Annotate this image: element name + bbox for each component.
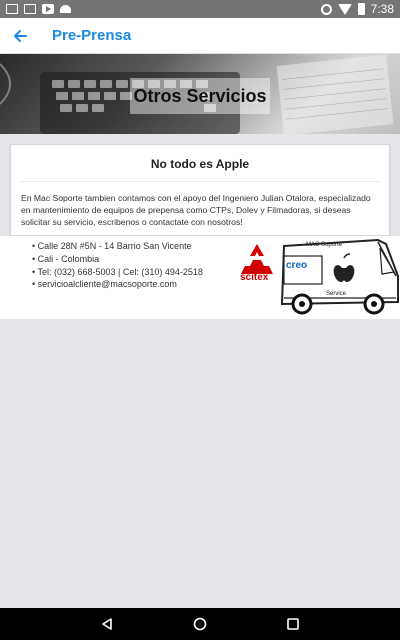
card-divider	[21, 181, 379, 182]
nav-recents-button[interactable]	[281, 612, 305, 636]
hero-title-box: Otros Servicios	[130, 78, 270, 114]
status-time: 7:38	[370, 2, 394, 16]
youtube-notification-icon	[42, 4, 54, 14]
nav-home-button[interactable]	[188, 612, 212, 636]
card-title: No todo es Apple	[150, 157, 250, 171]
status-system: 7:38	[320, 2, 394, 16]
service-van-icon	[280, 238, 399, 315]
van-label-text: MAC Soporte	[306, 242, 343, 248]
creo-logo-text: creo	[286, 260, 308, 271]
contact-phones[interactable]: Tel: (032) 668-5003 | Cel: (310) 494-251…	[32, 266, 203, 279]
contact-address: Calle 28N #5N - 14 Barrio San Vicente	[32, 240, 203, 253]
triangle-back-icon	[101, 618, 112, 630]
card-body: En Mac Soporte tambien contamos con el a…	[21, 193, 371, 227]
status-notifications	[6, 4, 71, 14]
status-bar: 7:38	[0, 0, 400, 18]
battery-icon	[357, 3, 365, 15]
image-notification-icon	[6, 4, 18, 14]
contact-section: Calle 28N #5N - 14 Barrio San Vicente Ca…	[0, 236, 400, 319]
nav-back-button[interactable]	[95, 612, 119, 636]
arrow-left-icon	[14, 29, 27, 42]
square-recents-icon	[287, 618, 300, 630]
hero-title: Otros Servicios	[133, 85, 267, 106]
navigation-bar	[0, 608, 400, 640]
data-saver-icon	[320, 3, 332, 15]
page-title: Pre-Prensa	[52, 27, 132, 44]
contact-list: Calle 28N #5N - 14 Barrio San Vicente Ca…	[32, 240, 203, 291]
logo-area: scitex creo MAC Soporte Service	[238, 236, 400, 316]
contact-email[interactable]: servicioalcliente@macsoporte.com	[32, 278, 203, 291]
scitex-logo-text: scitex	[240, 272, 269, 283]
hero-banner: Otros Servicios	[0, 54, 400, 134]
info-card: No todo es Apple En Mac Soporte tambien …	[10, 144, 390, 236]
android-notification-icon	[60, 5, 71, 13]
back-button[interactable]	[2, 18, 38, 54]
app-bar: Pre-Prensa	[0, 18, 400, 54]
mail-notification-icon	[24, 4, 36, 14]
contact-city: Cali - Colombia	[32, 253, 203, 266]
wifi-icon	[337, 3, 352, 15]
circle-home-icon	[193, 617, 207, 631]
van-service-text: Service	[326, 291, 347, 297]
